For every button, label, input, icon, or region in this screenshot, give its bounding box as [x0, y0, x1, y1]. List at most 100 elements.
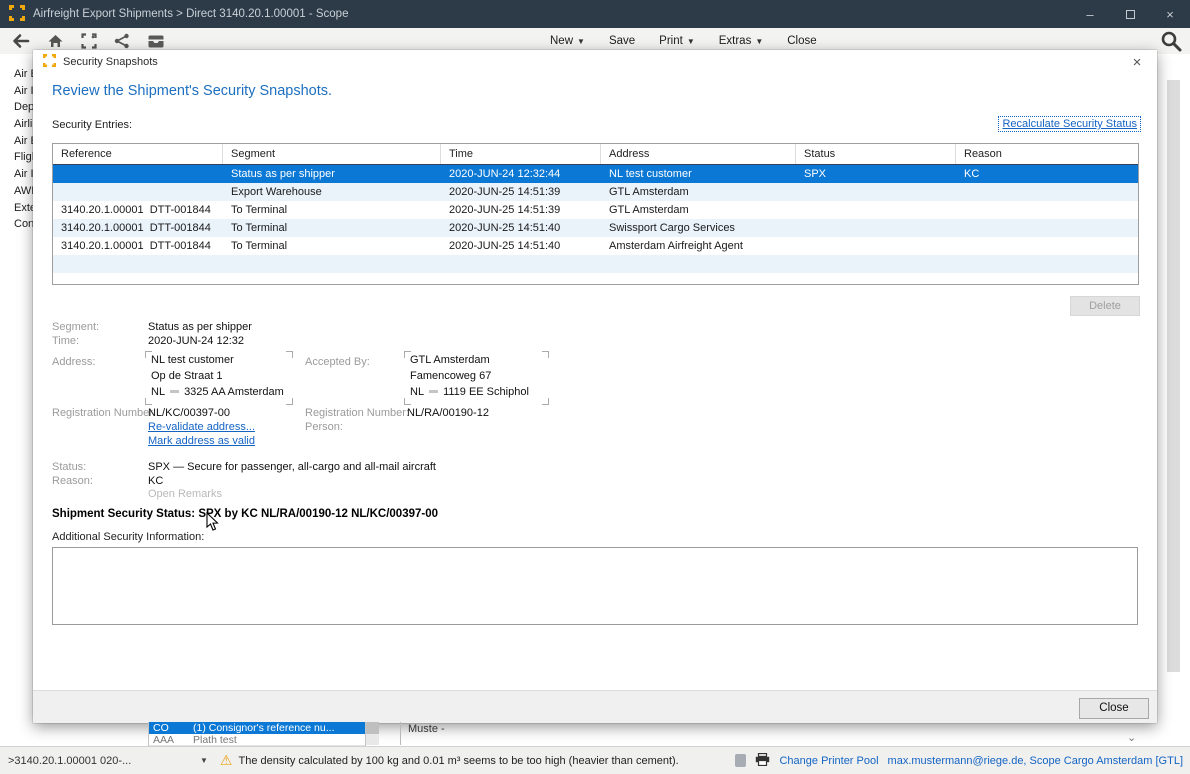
table-row[interactable] [53, 255, 1138, 273]
table-row[interactable]: Status as per shipper2020-JUN-24 12:32:4… [53, 165, 1138, 183]
open-remarks-link-disabled[interactable]: Open Remarks [148, 488, 222, 500]
expand-icon[interactable] [81, 33, 97, 49]
table-cell[interactable] [796, 201, 956, 219]
back-icon[interactable] [12, 33, 30, 49]
background-table-scrollbar[interactable] [366, 722, 379, 745]
table-cell[interactable] [956, 201, 1138, 219]
close-dialog-button[interactable]: Close [1079, 698, 1149, 719]
accepted-by-label: Accepted By: [305, 356, 370, 368]
table-cell[interactable]: 2020-JUN-25 14:51:39 [441, 183, 601, 201]
table-cell[interactable] [796, 183, 956, 201]
table-cell[interactable] [956, 273, 1138, 285]
registration-number-left-label: Registration Number: [52, 407, 156, 419]
table-cell[interactable] [601, 255, 796, 273]
menu-new[interactable]: New▼ [550, 35, 585, 47]
column-header-reason[interactable]: Reason [956, 144, 1138, 164]
table-cell[interactable]: 3140.20.1.00001 DTT-001844 [53, 237, 223, 255]
menu-save[interactable]: Save [609, 35, 635, 47]
dialog-logo-icon [43, 54, 56, 70]
table-cell[interactable]: 2020-JUN-25 14:51:39 [441, 201, 601, 219]
column-header-time[interactable]: Time [441, 144, 601, 164]
table-cell[interactable]: Amsterdam Airfreight Agent [601, 237, 796, 255]
address-field[interactable]: NL test customer Op de Straat 1 NL3325 A… [145, 351, 293, 405]
inbox-icon[interactable] [147, 34, 165, 49]
table-cell[interactable]: 2020-JUN-25 14:51:40 [441, 237, 601, 255]
table-cell[interactable] [956, 237, 1138, 255]
accepted-by-field[interactable]: GTL Amsterdam Famencoweg 67 NL1119 EE Sc… [404, 351, 549, 405]
delete-button[interactable]: Delete [1070, 296, 1140, 316]
change-printer-pool-link[interactable]: Change Printer Pool [779, 755, 878, 767]
notes-icon[interactable] [735, 754, 746, 767]
search-icon[interactable] [1159, 29, 1183, 56]
background-table-row[interactable]: AAAPlath test [149, 734, 365, 746]
table-cell[interactable]: Export Warehouse [223, 183, 441, 201]
table-cell[interactable]: 2020-JUN-24 12:32:44 [441, 165, 601, 183]
mark-address-valid-link[interactable]: Mark address as valid [148, 435, 255, 447]
table-cell[interactable] [53, 255, 223, 273]
home-icon[interactable] [47, 33, 64, 49]
status-dropdown-icon[interactable]: ▼ [200, 756, 208, 765]
table-cell[interactable]: GTL Amsterdam [601, 183, 796, 201]
person-label: Person: [305, 421, 343, 433]
menu-print[interactable]: Print▼ [659, 35, 695, 47]
table-cell[interactable] [956, 183, 1138, 201]
table-cell[interactable] [441, 255, 601, 273]
menu-close[interactable]: Close [787, 35, 816, 47]
table-cell[interactable] [223, 273, 441, 285]
table-row[interactable]: 3140.20.1.00001 DTT-001844To Terminal202… [53, 237, 1138, 255]
table-row[interactable]: 3140.20.1.00001 DTT-001844To Terminal202… [53, 219, 1138, 237]
table-cell[interactable]: SPX [796, 165, 956, 183]
table-cell[interactable]: 2020-JUN-25 14:51:40 [441, 219, 601, 237]
window-scrollbar[interactable] [1167, 80, 1180, 672]
table-cell[interactable]: GTL Amsterdam [601, 201, 796, 219]
recalculate-security-status-link[interactable]: Recalculate Security Status [998, 116, 1141, 132]
table-cell[interactable]: Status as per shipper [223, 165, 441, 183]
registration-number-right-label: Registration Number: [305, 407, 409, 419]
table-cell[interactable]: To Terminal [223, 237, 441, 255]
printer-icon[interactable] [755, 753, 770, 769]
column-header-status[interactable]: Status [796, 144, 956, 164]
chevron-down-icon[interactable]: ⌄ [1127, 731, 1136, 744]
table-cell[interactable]: KC [956, 165, 1138, 183]
table-cell[interactable] [796, 273, 956, 285]
table-cell[interactable] [441, 273, 601, 285]
table-cell[interactable] [956, 255, 1138, 273]
table-cell[interactable]: To Terminal [223, 219, 441, 237]
minimize-button[interactable]: – [1070, 0, 1110, 28]
shipment-reference[interactable]: >3140.20.1.00001 020-... [8, 755, 200, 767]
table-cell[interactable] [956, 219, 1138, 237]
table-cell[interactable] [53, 165, 223, 183]
table-cell[interactable] [601, 273, 796, 285]
close-window-button[interactable]: × [1150, 0, 1190, 28]
table-cell[interactable]: 3140.20.1.00001 DTT-001844 [53, 201, 223, 219]
maximize-button[interactable] [1110, 0, 1150, 28]
share-icon[interactable] [114, 33, 130, 49]
maximize-icon [1126, 10, 1135, 19]
table-cell[interactable]: To Terminal [223, 201, 441, 219]
dialog-close-icon[interactable]: × [1127, 52, 1147, 72]
table-cell[interactable] [796, 255, 956, 273]
menu-extras[interactable]: Extras▼ [719, 35, 764, 47]
table-cell[interactable] [53, 273, 223, 285]
table-cell[interactable]: 3140.20.1.00001 DTT-001844 [53, 219, 223, 237]
pane-divider [400, 722, 401, 745]
table-cell[interactable] [796, 219, 956, 237]
table-row[interactable]: Export Warehouse2020-JUN-25 14:51:39GTL … [53, 183, 1138, 201]
warning-icon: ⚠ [220, 752, 233, 769]
table-row[interactable] [53, 273, 1138, 285]
background-table-row[interactable]: CO(1) Consignor's reference nu... [149, 722, 365, 734]
column-header-reference[interactable]: Reference [53, 144, 223, 164]
table-cell[interactable]: NL test customer [601, 165, 796, 183]
revalidate-address-link[interactable]: Re-validate address... [148, 421, 255, 433]
scope-logo-icon [9, 5, 25, 24]
reason-label: Reason: [52, 475, 93, 487]
column-header-segment[interactable]: Segment [223, 144, 441, 164]
column-header-address[interactable]: Address [601, 144, 796, 164]
table-cell[interactable] [223, 255, 441, 273]
table-row[interactable]: 3140.20.1.00001 DTT-001844To Terminal202… [53, 201, 1138, 219]
table-cell[interactable]: Swissport Cargo Services [601, 219, 796, 237]
additional-security-info-input[interactable] [52, 547, 1138, 625]
table-cell[interactable] [53, 183, 223, 201]
table-header: Reference Segment Time Address Status Re… [53, 144, 1138, 165]
table-cell[interactable] [796, 237, 956, 255]
